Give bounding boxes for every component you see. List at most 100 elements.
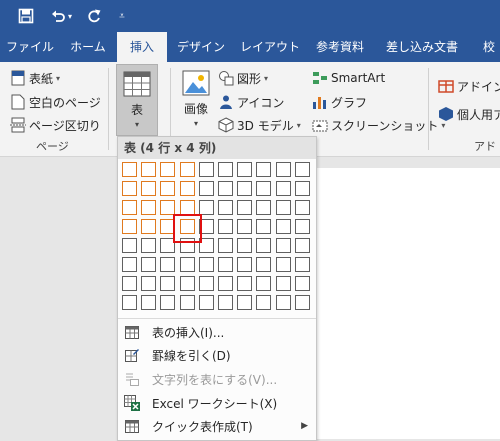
table-grid-cell[interactable] <box>295 257 310 272</box>
table-grid-cell[interactable] <box>180 200 195 215</box>
table-grid-cell[interactable] <box>122 162 137 177</box>
table-grid-cell[interactable] <box>276 162 291 177</box>
smartart-button[interactable]: SmartArt <box>312 68 385 88</box>
insert-table-item[interactable]: 表の挿入(I)... <box>118 321 316 343</box>
convert-text-to-table-item[interactable]: 文字列を表にする(V)... <box>118 368 316 390</box>
table-grid-cell[interactable] <box>180 295 195 310</box>
table-grid-cell[interactable] <box>276 219 291 234</box>
screenshot-button[interactable]: スクリーンショット ▾ <box>312 115 445 135</box>
table-grid-cell[interactable] <box>256 181 271 196</box>
table-grid-cell[interactable] <box>199 257 214 272</box>
icons-button[interactable]: アイコン <box>218 92 284 112</box>
quick-tables-item[interactable]: クイック表作成(T) ▶ <box>118 415 316 437</box>
table-grid-cell[interactable] <box>256 200 271 215</box>
table-grid-cell[interactable] <box>237 162 252 177</box>
table-grid-cell[interactable] <box>122 257 137 272</box>
table-grid-cell[interactable] <box>295 162 310 177</box>
tab-layout[interactable]: レイアウト <box>236 32 304 62</box>
table-grid-cell[interactable] <box>141 162 156 177</box>
excel-worksheet-item[interactable]: Excel ワークシート(X) <box>118 392 316 414</box>
tab-mailings[interactable]: 差し込み文書 <box>378 32 466 62</box>
tab-file[interactable]: ファイル <box>3 32 57 62</box>
table-grid-cell[interactable] <box>218 162 233 177</box>
redo-button[interactable] <box>82 0 106 32</box>
table-grid-cell[interactable] <box>141 200 156 215</box>
table-grid-cell[interactable] <box>276 276 291 291</box>
table-grid-cell[interactable] <box>160 276 175 291</box>
table-grid-cell[interactable] <box>199 162 214 177</box>
undo-button[interactable]: ▾ <box>46 0 76 32</box>
table-grid-cell[interactable] <box>256 257 271 272</box>
table-button[interactable]: 表 ▾ <box>116 64 158 136</box>
table-grid-cell[interactable] <box>218 238 233 253</box>
table-grid-cell[interactable] <box>237 181 252 196</box>
table-grid-cell[interactable] <box>141 295 156 310</box>
table-grid-cell[interactable] <box>160 295 175 310</box>
table-grid-cell[interactable] <box>180 162 195 177</box>
table-grid-cell[interactable] <box>180 181 195 196</box>
chart-button[interactable]: グラフ <box>312 92 367 112</box>
table-grid-cell[interactable] <box>256 276 271 291</box>
tab-home[interactable]: ホーム <box>60 32 116 62</box>
models3d-button[interactable]: 3D モデル ▾ <box>218 115 301 135</box>
table-grid-cell[interactable] <box>160 181 175 196</box>
personal-addins-button[interactable]: 個人用ア <box>438 104 500 124</box>
table-grid-cell[interactable] <box>218 257 233 272</box>
table-grid-cell[interactable] <box>256 162 271 177</box>
page-break-button[interactable]: ページ区切り <box>10 115 101 135</box>
cover-page-button[interactable]: 表紙 ▾ <box>10 68 60 88</box>
table-grid-cell[interactable] <box>199 295 214 310</box>
table-grid-cell[interactable] <box>180 257 195 272</box>
table-grid-cell[interactable] <box>237 276 252 291</box>
table-grid-cell[interactable] <box>295 238 310 253</box>
table-grid-cell[interactable] <box>141 276 156 291</box>
table-grid-cell[interactable] <box>218 219 233 234</box>
table-grid-cell[interactable] <box>199 200 214 215</box>
table-grid-cell[interactable] <box>218 276 233 291</box>
table-grid-cell[interactable] <box>218 295 233 310</box>
table-grid-cell[interactable] <box>295 276 310 291</box>
table-grid-cell[interactable] <box>141 181 156 196</box>
table-grid-cell[interactable] <box>276 181 291 196</box>
table-grid-cell[interactable] <box>237 257 252 272</box>
table-grid-cell[interactable] <box>160 200 175 215</box>
table-grid-cell[interactable] <box>199 276 214 291</box>
table-grid-cell[interactable] <box>237 200 252 215</box>
tab-design[interactable]: デザイン <box>170 32 232 62</box>
table-grid-cell[interactable] <box>160 257 175 272</box>
tab-insert[interactable]: 挿入 <box>117 32 167 62</box>
table-grid-cell[interactable] <box>237 219 252 234</box>
table-grid-cell[interactable] <box>295 295 310 310</box>
customize-qat-button[interactable]: ⩡ <box>114 0 130 32</box>
save-button[interactable] <box>14 0 38 32</box>
tab-review[interactable]: 校 <box>478 32 500 62</box>
table-grid-cell[interactable] <box>237 295 252 310</box>
shapes-button[interactable]: 図形 ▾ <box>218 68 268 88</box>
table-grid-cell[interactable] <box>218 181 233 196</box>
table-grid-cell[interactable] <box>122 276 137 291</box>
blank-page-button[interactable]: 空白のページ <box>10 92 101 112</box>
table-grid-cell[interactable] <box>237 238 252 253</box>
document-page[interactable] <box>314 168 500 439</box>
draw-table-item[interactable]: 罫線を引く(D) <box>118 344 316 366</box>
pictures-button[interactable]: 画像 ▾ <box>178 66 214 128</box>
table-grid-cell[interactable] <box>256 219 271 234</box>
table-grid-cell[interactable] <box>160 162 175 177</box>
table-grid-cell[interactable] <box>141 238 156 253</box>
table-grid-cell[interactable] <box>122 200 137 215</box>
table-grid-cell[interactable] <box>295 200 310 215</box>
table-grid-cell[interactable] <box>122 238 137 253</box>
table-grid-cell[interactable] <box>122 295 137 310</box>
table-grid-cell[interactable] <box>141 257 156 272</box>
tab-references[interactable]: 参考資料 <box>308 32 372 62</box>
undo-dropdown-icon[interactable]: ▾ <box>68 12 72 21</box>
table-grid-cell[interactable] <box>122 219 137 234</box>
table-grid-cell[interactable] <box>256 238 271 253</box>
table-grid-cell[interactable] <box>276 257 291 272</box>
table-grid-cell[interactable] <box>180 276 195 291</box>
table-grid-cell[interactable] <box>295 219 310 234</box>
table-grid-cell[interactable] <box>218 200 233 215</box>
table-grid-cell[interactable] <box>276 238 291 253</box>
get-addins-button[interactable]: アドインを <box>438 76 500 96</box>
table-grid-cell[interactable] <box>276 200 291 215</box>
